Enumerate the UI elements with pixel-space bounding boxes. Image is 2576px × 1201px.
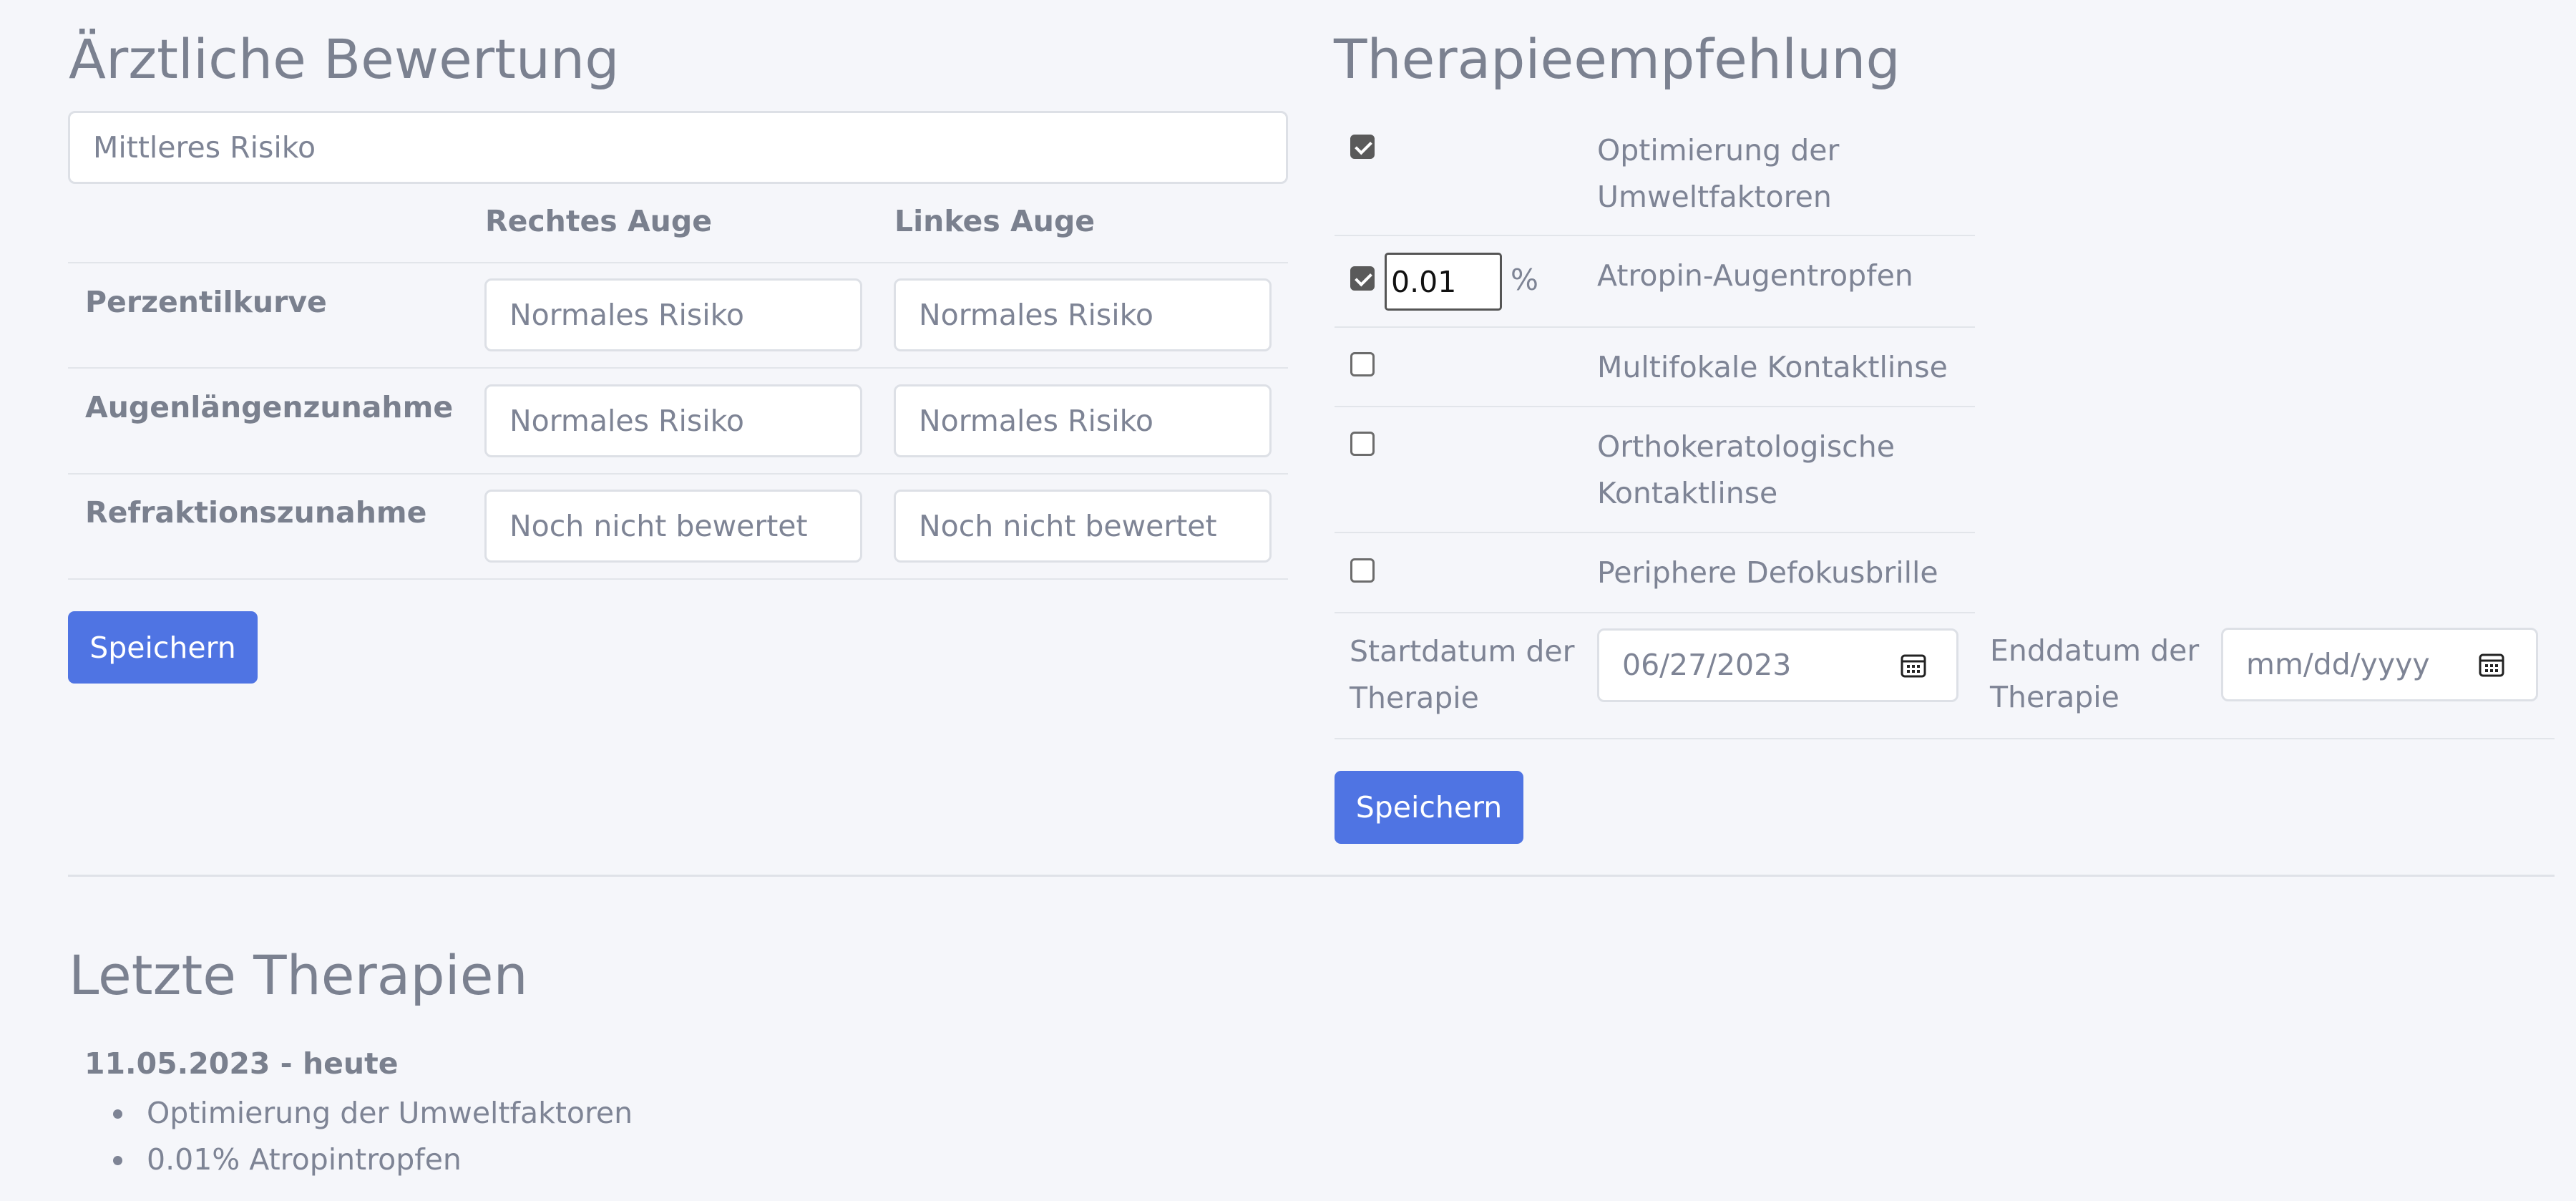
start-date-value: 06/27/2023: [1622, 648, 1792, 682]
end-date-label: Enddatum der Therapie: [1990, 633, 2200, 714]
start-date-field[interactable]: 06/27/2023: [1597, 628, 1958, 702]
augenlaengenzunahme-right-field[interactable]: [484, 384, 862, 457]
history-item: 0.01% Atropintropfen: [84, 1137, 633, 1183]
periphere-defokusbrille-checkbox[interactable]: [1350, 558, 1375, 583]
recommendation-divider: [1335, 406, 1975, 407]
end-date-field[interactable]: mm/dd/yyyy: [2221, 628, 2538, 701]
history-item: Optimierung der Umweltfaktoren: [84, 1090, 633, 1137]
augenlaengenzunahme-left-field[interactable]: [894, 384, 1272, 457]
atropin-augentropfen-checkbox[interactable]: [1350, 266, 1375, 291]
row-label-augenlaengenzunahme: Augenlängenzunahme: [85, 390, 454, 424]
table-divider: [68, 578, 1288, 580]
end-date-placeholder: mm/dd/yyyy: [2246, 647, 2430, 681]
multifokale-kontaktlinse-checkbox[interactable]: [1350, 352, 1375, 376]
periphere-defokusbrille-label: Periphere Defokusbrille: [1597, 555, 1938, 590]
assessment-save-button[interactable]: Speichern: [68, 611, 258, 684]
optimierung-umweltfaktoren-checkbox[interactable]: [1350, 135, 1375, 159]
perzentilkurve-right-field[interactable]: [484, 278, 862, 351]
row-label-perzentilkurve: Perzentilkurve: [85, 285, 327, 319]
row-label-refraktionszunahme: Refraktionszunahme: [85, 495, 427, 530]
optimierung-umweltfaktoren-label: Optimierung der Umweltfaktoren: [1597, 133, 1840, 214]
therapy-title: Therapieempfehlung: [1334, 27, 1901, 91]
overall-risk-field[interactable]: [68, 111, 1288, 184]
recommendation-divider: [1335, 235, 1975, 236]
history-date-range: 11.05.2023 - heute: [84, 1046, 399, 1081]
history-title: Letzte Therapien: [69, 943, 528, 1007]
calendar-icon[interactable]: [2477, 650, 2506, 679]
atropin-augentropfen-label: Atropin-Augentropfen: [1597, 258, 1913, 293]
table-divider: [68, 367, 1288, 369]
refraktionszunahme-left-field[interactable]: [894, 490, 1272, 563]
recommendation-divider: [1335, 326, 1975, 328]
history-list: Optimierung der Umweltfaktoren 0.01% Atr…: [84, 1090, 633, 1183]
table-divider: [68, 473, 1288, 475]
therapy-save-button[interactable]: Speichern: [1335, 771, 1523, 844]
page: Ärztliche Bewertung Rechtes Auge Linkes …: [0, 0, 2576, 1201]
dose-unit: %: [1511, 263, 1538, 297]
section-divider: [68, 875, 2555, 877]
table-divider: [68, 262, 1288, 263]
column-header-right-eye: Rechtes Auge: [485, 204, 713, 238]
calendar-icon[interactable]: [1899, 651, 1928, 679]
recommendation-divider: [1335, 532, 1975, 533]
orthokeratologische-kontaktlinse-label: Orthokeratologische Kontaktlinse: [1597, 429, 1895, 510]
start-date-label: Startdatum der Therapie: [1350, 634, 1575, 715]
assessment-title: Ärztliche Bewertung: [69, 27, 620, 91]
recommendation-divider: [1335, 738, 2555, 739]
recommendation-divider: [1335, 612, 1975, 613]
refraktionszunahme-right-field[interactable]: [484, 490, 862, 563]
atropin-dose-input[interactable]: [1385, 253, 1502, 311]
perzentilkurve-left-field[interactable]: [894, 278, 1272, 351]
multifokale-kontaktlinse-label: Multifokale Kontaktlinse: [1597, 350, 1948, 384]
column-header-left-eye: Linkes Auge: [894, 204, 1096, 238]
orthokeratologische-kontaktlinse-checkbox[interactable]: [1350, 432, 1375, 456]
